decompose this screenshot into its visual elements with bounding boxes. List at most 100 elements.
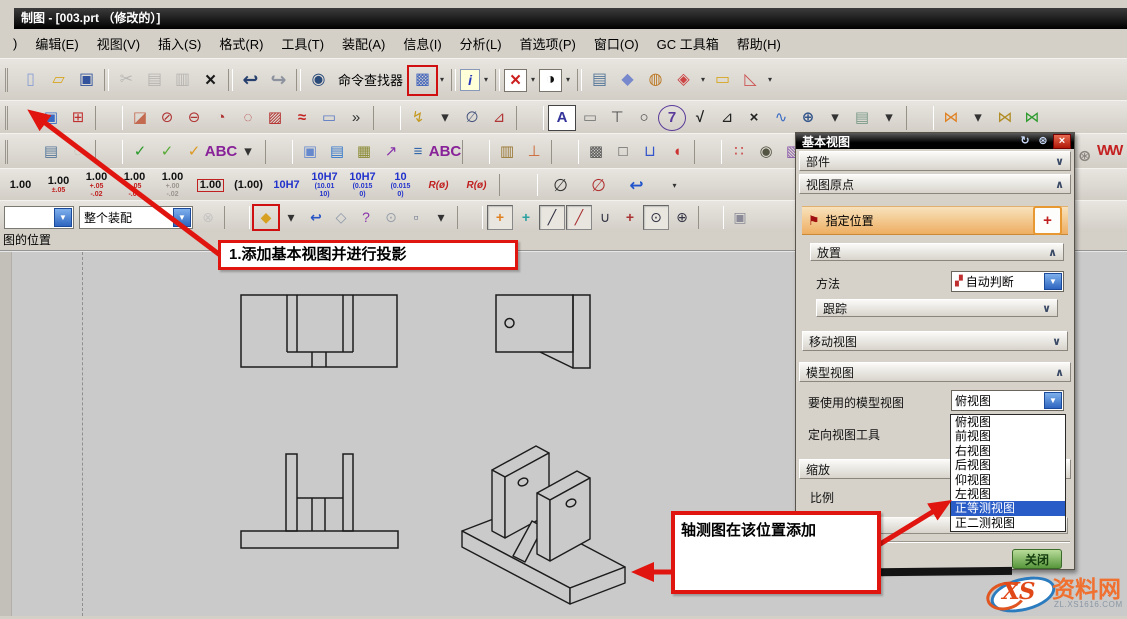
snap-intersection-icon[interactable]: + <box>618 206 642 229</box>
toolbar-grip[interactable] <box>5 68 13 92</box>
separator[interactable] <box>224 206 250 229</box>
overflow-icon[interactable]: » <box>343 106 369 130</box>
abc-arrow-icon[interactable]: ABC <box>432 140 458 164</box>
menu-edit[interactable]: 编辑(E) <box>26 31 87 56</box>
open-folder-icon[interactable]: ▱ <box>45 67 72 94</box>
u-slot-icon[interactable]: ⊔ <box>637 140 663 164</box>
point-dialog-button[interactable]: + <box>1033 206 1062 235</box>
undo-icon[interactable]: ↩ <box>237 67 264 94</box>
section-view-icon[interactable]: ⊘ <box>154 106 180 130</box>
dim-style-reference[interactable]: (1.00) <box>230 180 267 191</box>
balloon-icon[interactable]: 7 <box>658 105 686 131</box>
option-front-view[interactable]: 前视图 <box>951 429 1065 443</box>
radius-slant-icon[interactable]: R(ø) <box>458 180 495 191</box>
option-dimetric-view[interactable]: 正二测视图 <box>951 516 1065 530</box>
info-icon[interactable]: i <box>460 69 480 91</box>
menu-gc-toolbox[interactable]: GC 工具箱 <box>648 31 728 56</box>
dim-search-icon[interactable]: ◉ <box>753 140 779 164</box>
cut-icon[interactable]: ✂ <box>113 67 140 94</box>
dim-style-lower[interactable]: 1.00 +.00 -.02 <box>154 172 191 198</box>
separator[interactable] <box>577 69 582 91</box>
dim-style-fit-limits[interactable]: 10H7 (10.01 10) <box>306 172 343 198</box>
separator[interactable] <box>551 140 579 164</box>
dropdown-caret-icon[interactable]: ▾ <box>876 106 902 130</box>
dim-style-boxed[interactable]: 1.00 <box>192 179 229 192</box>
quick-dim-icon[interactable]: ↯ <box>405 106 431 130</box>
separator[interactable] <box>495 69 500 91</box>
dropdown-caret-icon[interactable]: ▾ <box>698 67 708 94</box>
separator[interactable] <box>104 69 109 91</box>
snap-center-icon[interactable]: ⊙ <box>643 205 669 230</box>
menu-insert[interactable]: 插入(S) <box>149 31 210 56</box>
separator[interactable] <box>457 206 483 229</box>
marquee-icon[interactable]: ▫ <box>404 206 428 229</box>
toolbar-grip[interactable] <box>5 140 34 164</box>
sheet-stack-icon[interactable]: ▤ <box>324 140 350 164</box>
separator[interactable] <box>228 69 233 91</box>
chevron-down-icon[interactable]: ∨ <box>1052 335 1061 348</box>
help-select-icon[interactable]: ? <box>354 206 378 229</box>
magnifier-icon[interactable]: ○ <box>631 106 657 130</box>
snap-arc-icon[interactable]: ∪ <box>593 206 617 229</box>
section-view-origin[interactable]: 视图原点 ∧ <box>799 174 1071 194</box>
gear-fragment-icon[interactable]: ⊛ <box>1078 146 1091 166</box>
command-finder-label[interactable]: 命令查找器 <box>333 67 408 94</box>
diameter-arrow-icon[interactable]: ∅ <box>580 180 617 191</box>
abc-edit-icon[interactable]: ABC <box>208 140 234 164</box>
link-icon[interactable]: ⊗ <box>196 206 220 229</box>
chevron-down-icon[interactable]: ∨ <box>1042 302 1051 315</box>
block-check-icon[interactable]: ✓ <box>127 140 153 164</box>
label-icon[interactable]: ⊤ <box>604 106 630 130</box>
center-mark-icon[interactable]: ⊕ <box>795 106 821 130</box>
separator[interactable] <box>451 69 456 91</box>
menu-fragment[interactable]: ) <box>4 33 26 54</box>
dropdown-caret-icon[interactable]: ▾ <box>528 67 538 94</box>
window-layout-icon[interactable]: ▩ <box>409 67 436 94</box>
separator[interactable] <box>698 206 724 229</box>
cube-icon[interactable]: ▣ <box>728 206 752 229</box>
separator[interactable] <box>95 106 123 130</box>
separator[interactable] <box>296 69 301 91</box>
option-back-view[interactable]: 后视图 <box>951 458 1065 472</box>
separator[interactable] <box>516 106 544 130</box>
save-icon[interactable]: ▣ <box>73 67 100 94</box>
unfolded-section-icon[interactable]: ◌ <box>235 106 261 130</box>
assembly-constraint-icon[interactable]: ⋈ <box>938 106 964 130</box>
snap-quadrant-icon[interactable]: ⊕ <box>670 206 694 229</box>
chevron-up-icon[interactable]: ∧ <box>1048 246 1057 259</box>
section-tracking[interactable]: 跟踪 ∨ <box>816 299 1058 317</box>
paste-icon[interactable]: ▥ <box>169 67 196 94</box>
dropdown-caret-icon[interactable]: ▾ <box>765 67 775 94</box>
snap-line-icon[interactable]: ╱ <box>539 205 565 230</box>
option-top-view[interactable]: 俯视图 <box>951 415 1065 429</box>
command-finder-icon[interactable]: ◉ <box>305 67 332 94</box>
toolbar-grip[interactable] <box>5 106 34 130</box>
option-right-view[interactable]: 右视图 <box>951 444 1065 458</box>
dialog-reset-icon[interactable]: ↻ <box>1017 135 1033 148</box>
dim-style-fit-tol[interactable]: 10H7 (0.015 0) <box>344 172 381 198</box>
separator[interactable] <box>265 140 293 164</box>
box-check-icon[interactable]: ✓ <box>181 140 207 164</box>
snap-point-icon[interactable]: + <box>487 205 513 230</box>
filter-icon[interactable]: ◆ <box>254 206 278 229</box>
view-filter-combo[interactable]: ▼ <box>4 206 74 229</box>
menu-window[interactable]: 窗口(O) <box>585 31 648 56</box>
menu-help[interactable]: 帮助(H) <box>728 31 790 56</box>
dropdown-caret-icon[interactable]: ▾ <box>563 67 573 94</box>
section-move-view[interactable]: 移动视图 ∨ <box>802 331 1068 351</box>
dropdown-caret-icon[interactable]: ▾ <box>437 67 447 94</box>
dialog-title-bar[interactable]: 基本视图 ↻ ⊛ × <box>796 133 1074 149</box>
solid-box-icon[interactable]: ◇ <box>329 206 353 229</box>
dropdown-caret-icon[interactable]: ▾ <box>656 180 693 191</box>
csys-icon[interactable]: ⊥ <box>521 140 547 164</box>
redo-icon[interactable]: ↪ <box>265 67 292 94</box>
cylinder-dim-icon[interactable]: ∅ <box>459 106 485 130</box>
animation-icon[interactable]: ◈ <box>670 67 697 94</box>
dropdown-caret-icon[interactable]: ▾ <box>279 206 303 229</box>
menu-info[interactable]: 信息(I) <box>394 31 450 56</box>
datum-icon[interactable]: ⊿ <box>714 106 740 130</box>
menu-preferences[interactable]: 首选项(P) <box>511 31 585 56</box>
dialog-close-icon[interactable]: × <box>1053 134 1071 149</box>
delete-icon[interactable]: × <box>197 67 224 94</box>
pin-check-icon[interactable]: ✓ <box>154 140 180 164</box>
